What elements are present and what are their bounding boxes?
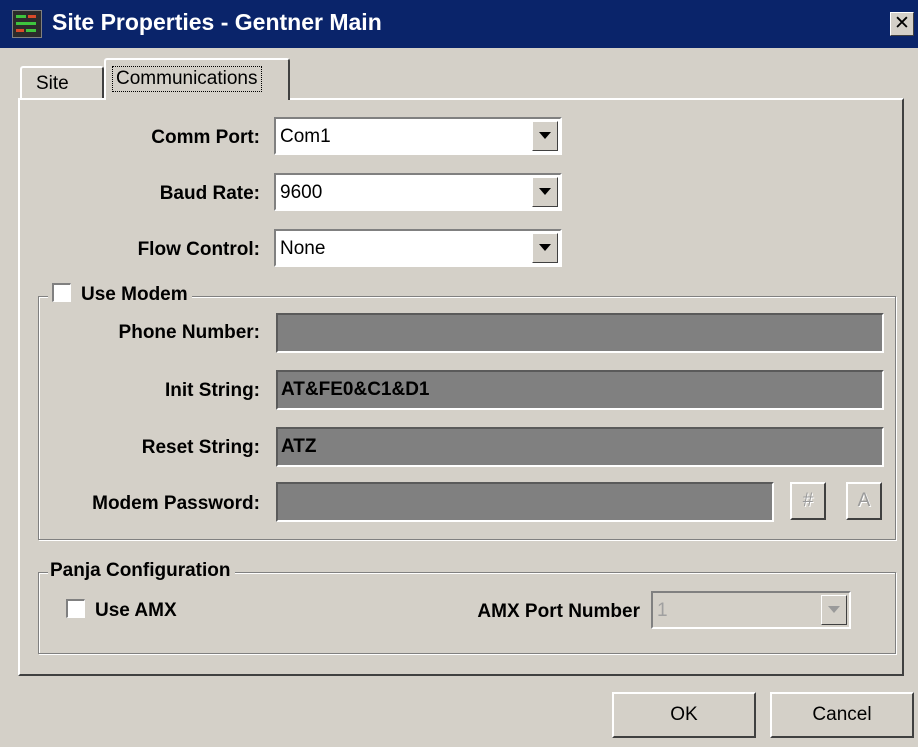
ok-button[interactable]: OK xyxy=(612,692,756,738)
title-bar[interactable]: Site Properties - Gentner Main ✕ xyxy=(0,0,918,48)
close-button[interactable]: ✕ xyxy=(890,12,914,36)
window-title: Site Properties - Gentner Main xyxy=(52,9,382,35)
tab-site-label: Site xyxy=(36,73,69,94)
communications-tab-page xyxy=(18,98,904,676)
site-properties-dialog: Site Properties - Gentner Main ✕ Site Co… xyxy=(0,0,918,747)
tab-communications-label: Communications xyxy=(112,66,262,92)
app-rack-icon xyxy=(12,10,42,38)
tab-communications[interactable]: Communications xyxy=(104,58,290,100)
cancel-button[interactable]: Cancel xyxy=(770,692,914,738)
tab-site[interactable]: Site xyxy=(20,66,104,100)
close-icon: ✕ xyxy=(894,12,910,34)
